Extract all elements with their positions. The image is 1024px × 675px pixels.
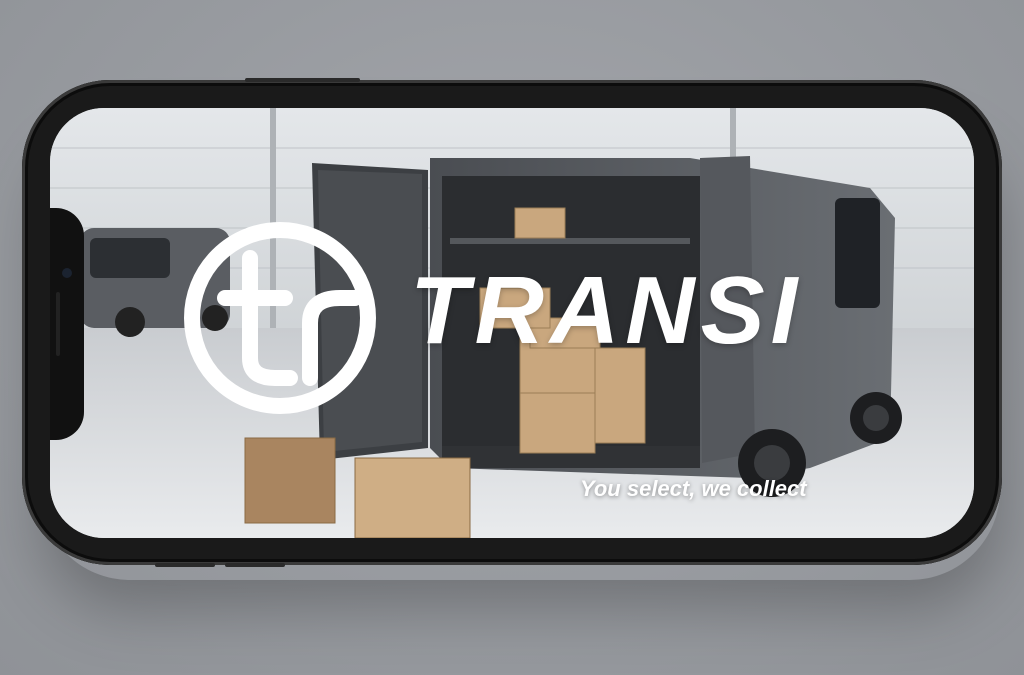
volume-button (245, 78, 360, 82)
camera-icon (62, 268, 72, 278)
tr-circle-logo-icon (184, 222, 376, 414)
side-button (225, 563, 285, 567)
brand-tagline: You select, we collect (580, 476, 807, 501)
phone-screen: TRANSI You select, we collect (50, 108, 974, 538)
side-button (155, 563, 215, 567)
brand-name: TRANSI (410, 257, 804, 364)
brand-logo: TRANSI You select, we collect (180, 218, 880, 501)
speaker-icon (56, 292, 60, 356)
